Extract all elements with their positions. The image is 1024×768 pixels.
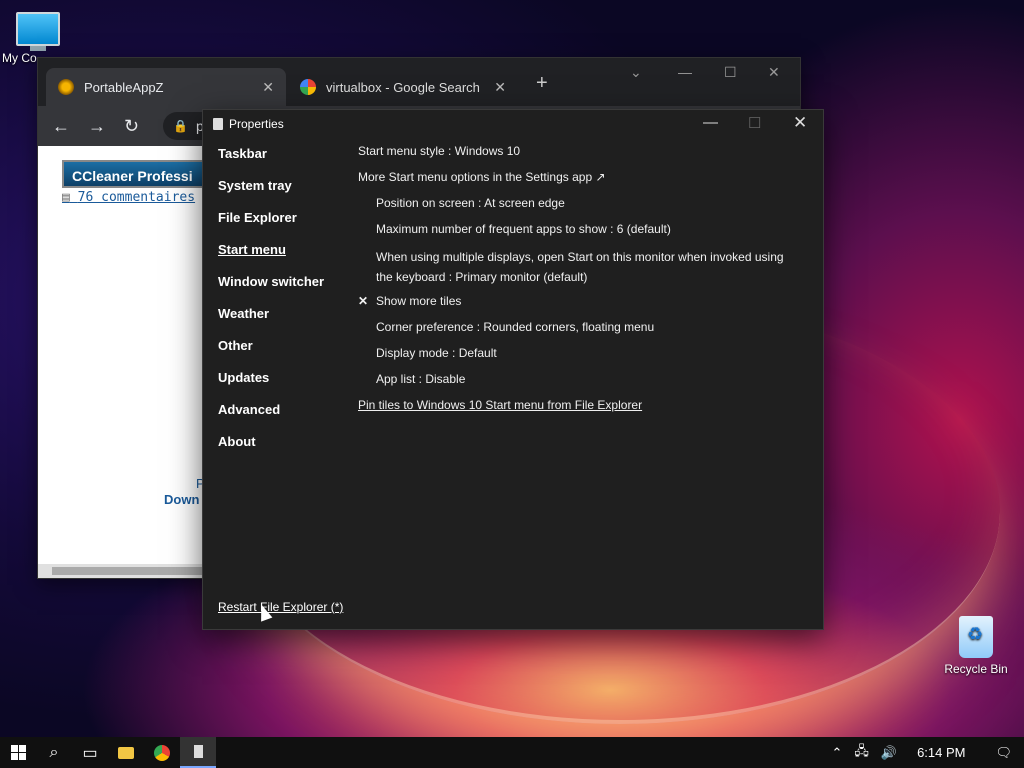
properties-taskbar-icon[interactable] bbox=[180, 737, 216, 768]
nav-taskbar[interactable]: Taskbar bbox=[218, 146, 324, 178]
notification-icon[interactable]: 🗨 bbox=[995, 745, 1012, 761]
nav-weather[interactable]: Weather bbox=[218, 306, 324, 338]
window-title: Properties bbox=[229, 117, 284, 131]
restart-file-explorer-link[interactable]: Restart File Explorer (*) bbox=[218, 600, 343, 614]
maximize-icon: ☐ bbox=[748, 115, 762, 132]
taskbar: ⌕ ▭ ⌃ 🖧 🔊 6:14 PM 🗨 bbox=[0, 737, 1024, 768]
tab-label: virtualbox - Google Search bbox=[326, 79, 480, 95]
show-more-tiles-label: Show more tiles bbox=[376, 294, 462, 308]
chevron-up-icon[interactable]: ⌃ bbox=[831, 745, 842, 761]
portableappz-favicon-icon bbox=[58, 79, 74, 95]
minimize-icon[interactable]: — bbox=[703, 114, 718, 131]
recycle-bin-desktop-icon[interactable]: Recycle Bin bbox=[940, 616, 1012, 676]
reload-icon[interactable]: ↻ bbox=[124, 116, 139, 137]
recycle-bin-icon bbox=[959, 616, 993, 658]
monitor-icon bbox=[16, 12, 60, 46]
new-tab-icon[interactable]: + bbox=[536, 72, 548, 95]
app-icon bbox=[213, 118, 223, 130]
google-favicon-icon bbox=[300, 79, 316, 95]
forward-arrow-icon[interactable]: → bbox=[88, 116, 106, 137]
search-icon[interactable]: ⌕ bbox=[36, 737, 72, 768]
nav-updates[interactable]: Updates bbox=[218, 370, 324, 402]
show-more-tiles-toggle[interactable]: ✕ Show more tiles bbox=[358, 293, 798, 319]
chrome-taskbar-icon[interactable] bbox=[144, 737, 180, 768]
tab-label: PortableAppZ bbox=[84, 79, 164, 95]
nav-window-switcher[interactable]: Window switcher bbox=[218, 274, 324, 306]
download-link[interactable]: Down bbox=[164, 492, 199, 507]
checkmark-x-icon: ✕ bbox=[358, 294, 369, 308]
nav-other[interactable]: Other bbox=[218, 338, 324, 370]
close-icon[interactable]: ✕ bbox=[494, 79, 506, 96]
max-frequent-apps-option[interactable]: Maximum number of frequent apps to show … bbox=[358, 221, 798, 247]
chevron-down-icon[interactable]: ⌄ bbox=[630, 64, 642, 81]
close-icon[interactable]: ✕ bbox=[768, 64, 780, 81]
clock[interactable]: 6:14 PM bbox=[917, 745, 965, 760]
volume-icon[interactable]: 🔊 bbox=[881, 745, 897, 761]
nav-about[interactable]: About bbox=[218, 434, 324, 466]
corner-preference-option[interactable]: Corner preference : Rounded corners, flo… bbox=[358, 319, 798, 345]
network-icon[interactable]: 🖧 bbox=[854, 742, 869, 764]
start-button[interactable] bbox=[0, 737, 36, 768]
close-icon[interactable]: ✕ bbox=[262, 79, 274, 96]
system-tray: ⌃ 🖧 🔊 6:14 PM 🗨 bbox=[831, 737, 1024, 768]
properties-window: Properties — ☐ ✕ Taskbar System tray Fil… bbox=[202, 109, 824, 630]
settings-nav: Taskbar System tray File Explorer Start … bbox=[218, 146, 324, 466]
app-list-option[interactable]: App list : Disable bbox=[358, 371, 798, 397]
nav-advanced[interactable]: Advanced bbox=[218, 402, 324, 434]
task-view-icon[interactable]: ▭ bbox=[72, 737, 108, 768]
maximize-icon[interactable]: ☐ bbox=[724, 64, 737, 81]
comment-icon: ▤ bbox=[62, 190, 70, 205]
close-icon[interactable]: ✕ bbox=[793, 113, 807, 133]
lock-icon: 🔒 bbox=[173, 119, 189, 133]
start-menu-settings: Start menu style : Windows 10 More Start… bbox=[358, 143, 798, 423]
position-option[interactable]: Position on screen : At screen edge bbox=[358, 195, 798, 221]
minimize-icon[interactable]: — bbox=[678, 64, 692, 80]
pin-tiles-link[interactable]: Pin tiles to Windows 10 Start menu from … bbox=[358, 397, 798, 423]
comments-link[interactable]: ▤ 76 commentaires bbox=[62, 190, 195, 205]
browser-tab-strip: PortableAppZ ✕ virtualbox - Google Searc… bbox=[38, 58, 800, 106]
file-explorer-taskbar-icon[interactable] bbox=[108, 737, 144, 768]
windows-logo-icon bbox=[10, 745, 26, 760]
tab-virtualbox-search[interactable]: virtualbox - Google Search ✕ bbox=[288, 68, 518, 106]
more-start-options-link[interactable]: More Start menu options in the Settings … bbox=[358, 169, 798, 195]
nav-file-explorer[interactable]: File Explorer bbox=[218, 210, 324, 242]
display-mode-option[interactable]: Display mode : Default bbox=[358, 345, 798, 371]
properties-title-bar[interactable]: Properties — ☐ ✕ bbox=[203, 110, 823, 138]
multi-display-option[interactable]: When using multiple displays, open Start… bbox=[358, 247, 798, 293]
tab-portableappz[interactable]: PortableAppZ ✕ bbox=[46, 68, 286, 106]
ccleaner-banner[interactable]: CCleaner Professi bbox=[62, 160, 222, 188]
nav-system-tray[interactable]: System tray bbox=[218, 178, 324, 210]
recycle-bin-label: Recycle Bin bbox=[944, 662, 1008, 676]
start-menu-style-option[interactable]: Start menu style : Windows 10 bbox=[358, 143, 798, 169]
nav-start-menu[interactable]: Start menu bbox=[218, 242, 324, 274]
back-arrow-icon[interactable]: ← bbox=[52, 116, 70, 137]
